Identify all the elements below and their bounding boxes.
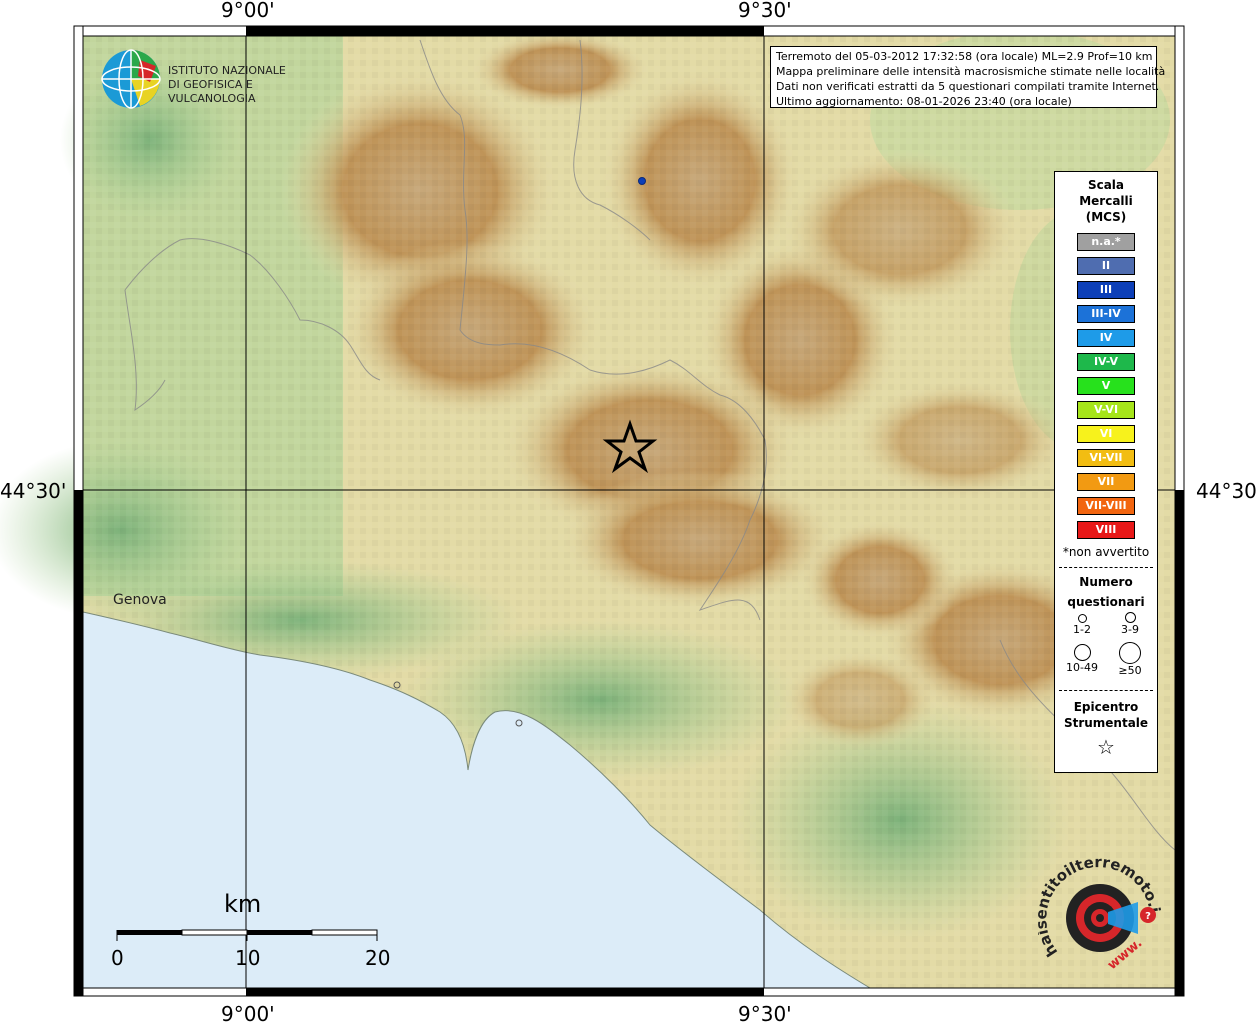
intensity-legend: Scala Mercalli (MCS) n.a.* II III III-IV IV I…	[1054, 171, 1158, 773]
legend-item: n.a.*	[1077, 233, 1135, 251]
q-size-item: 10-49	[1057, 644, 1107, 674]
legend-item: III	[1077, 281, 1135, 299]
event-info-box: Terremoto del 05-03-2012 17:32:58 (ora l…	[770, 46, 1166, 108]
scale-tick-label: 20	[365, 946, 391, 970]
questionnaire-sizes: 1-2 3-9 10-49 ≥50	[1055, 612, 1157, 682]
scale-bar: km 0 10 20	[108, 890, 398, 980]
hsit-logo: haisentitoilterremoto.it www. ?	[1032, 838, 1176, 980]
q-size-item: ≥50	[1105, 642, 1155, 677]
institute-name-line1: ISTITUTO NAZIONALE	[168, 64, 286, 77]
legend-item: VIII	[1077, 521, 1135, 539]
lon-label-bottom-left: 9°00'	[221, 1002, 275, 1026]
legend-separator	[1059, 690, 1153, 691]
legend-item: IV-V	[1077, 353, 1135, 371]
legend-title: Scala Mercalli (MCS)	[1079, 178, 1133, 224]
q-size-label: 3-9	[1121, 623, 1139, 636]
legend-note: *non avvertito	[1062, 545, 1150, 559]
legend-item: VI	[1077, 425, 1135, 443]
globe-icon	[101, 49, 161, 109]
q-size-label: 1-2	[1073, 623, 1091, 636]
event-info-line: Mappa preliminare delle intensità macros…	[776, 65, 1166, 78]
legend-item: VII	[1077, 473, 1135, 491]
q-size-circle	[1077, 614, 1087, 623]
city-label: Genova	[113, 592, 167, 608]
event-info-line: Terremoto del 05-03-2012 17:32:58 (ora l…	[776, 50, 1153, 63]
q-size-item: 3-9	[1105, 612, 1155, 636]
q-size-circle	[1124, 612, 1136, 623]
event-info-line: Ultimo aggiornamento: 08-01-2026 23:40 (…	[776, 95, 1072, 108]
svg-text:?: ?	[1145, 911, 1151, 922]
legend-separator	[1059, 567, 1153, 568]
legend-item: VII-VIII	[1077, 497, 1135, 515]
ingv-logo: ISTITUTO NAZIONALE DI GEOFISICA E VULCAN…	[100, 48, 320, 110]
scale-unit: km	[224, 890, 262, 918]
legend-item: VI-VII	[1077, 449, 1135, 467]
scale-bar-graphic	[116, 929, 378, 941]
legend-item: III-IV	[1077, 305, 1135, 323]
q-size-circle	[1119, 642, 1141, 664]
legend-item: V	[1077, 377, 1135, 395]
legend-items: n.a.* II III III-IV IV IV-V V V-VI VI VI-VII VII VI…	[1055, 233, 1157, 539]
legend-item: IV	[1077, 329, 1135, 347]
legend-item: II	[1077, 257, 1135, 275]
legend-item: V-VI	[1077, 401, 1135, 419]
lon-label-top-right: 9°30'	[738, 0, 792, 22]
scale-tick-label: 10	[235, 946, 261, 970]
epicenter-title: Epicentro Strumentale	[1063, 700, 1149, 730]
q-size-label: ≥50	[1118, 664, 1142, 677]
scale-tick-label: 0	[111, 946, 124, 970]
lon-label-top-left: 9°00'	[221, 0, 275, 22]
event-info-line: Dati non verificati estratti da 5 questi…	[776, 80, 1160, 93]
hsit-logo-graphic: haisentitoilterremoto.it www. ?	[1032, 838, 1164, 973]
lon-label-bottom-right: 9°30'	[738, 1002, 792, 1026]
q-size-item: 1-2	[1057, 614, 1107, 636]
institute-name-line2: DI GEOFISICA E VULCANOLOGIA	[168, 78, 256, 105]
q-size-circle	[1073, 644, 1091, 661]
lat-label-left: 44°30'	[0, 479, 67, 503]
q-size-label: 10-49	[1066, 661, 1098, 674]
epicenter-star-icon: ☆	[1097, 735, 1115, 759]
observation-point	[638, 177, 646, 185]
questionnaires-title: Numero questionari	[1067, 575, 1145, 609]
lat-label-right: 44°30'	[1196, 479, 1258, 503]
